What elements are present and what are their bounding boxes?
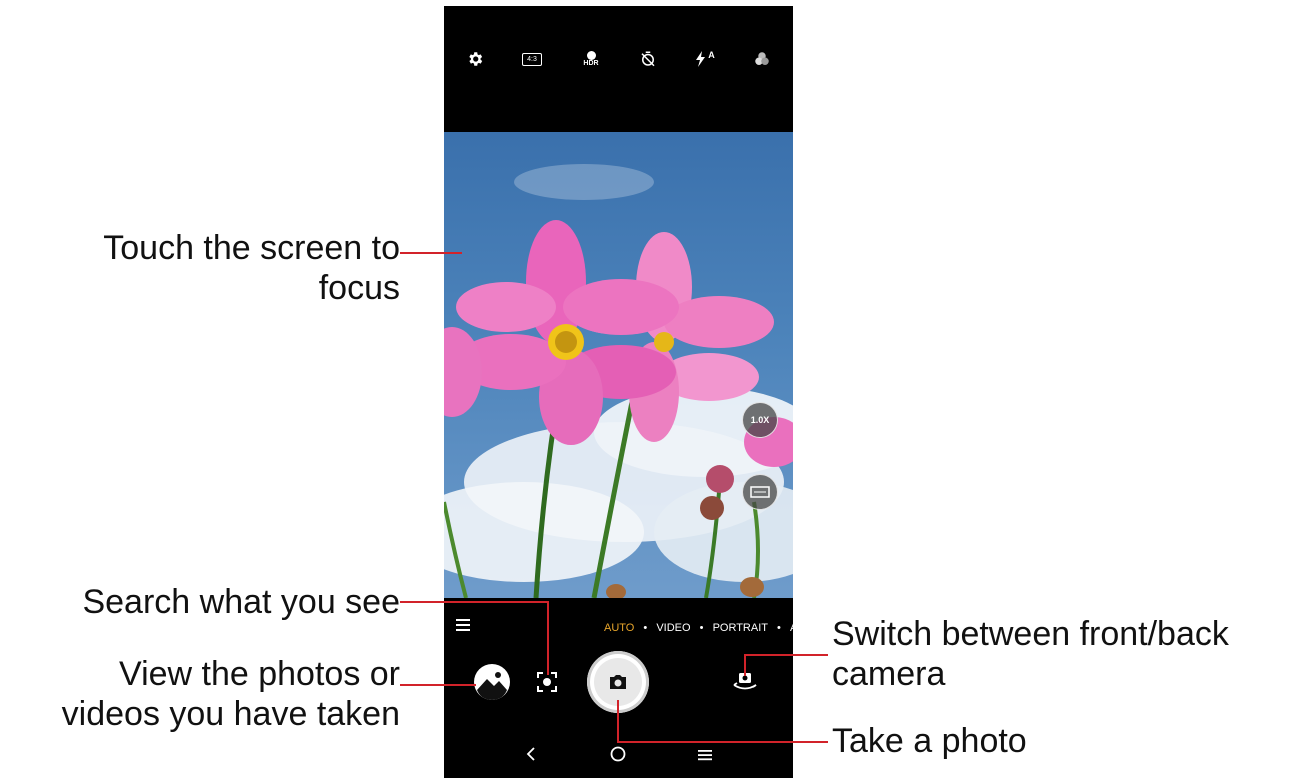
aspect-ratio-icon[interactable]: 4:3 (517, 46, 547, 72)
wide-angle-icon (750, 486, 770, 498)
mode-selector: AUTO • VIDEO • PORTRAIT • AI (601, 622, 793, 634)
filters-icon[interactable] (747, 46, 777, 72)
callout-focus-line2: focus (318, 269, 400, 307)
callout-line-take-photo (617, 741, 828, 743)
hdr-icon[interactable]: HDR (576, 46, 606, 72)
callout-switch-camera: Switch between front/back camera (832, 614, 1229, 694)
callout-line-search-vertical (547, 601, 549, 675)
callout-switch-line2: camera (832, 655, 946, 693)
callout-line-switch-vertical (744, 654, 746, 676)
mode-ai[interactable]: AI (790, 622, 793, 634)
callout-switch-line1: Switch between front/back (832, 615, 1229, 653)
menu-icon[interactable] (456, 618, 470, 636)
aspect-ratio-label: 4:3 (522, 52, 542, 66)
mode-separator: • (643, 622, 648, 634)
wide-angle-button[interactable] (742, 474, 778, 510)
callout-gallery-line2: videos you have taken (61, 695, 400, 733)
gear-icon[interactable] (460, 46, 490, 72)
timer-off-icon[interactable] (633, 46, 663, 72)
callout-line-switch (744, 654, 828, 656)
flash-auto-icon[interactable]: A (690, 46, 720, 72)
mode-portrait[interactable]: PORTRAIT (713, 622, 768, 634)
camera-icon (610, 675, 626, 689)
callout-gallery-line1: View the photos or (119, 655, 400, 693)
hdr-label: HDR (583, 59, 599, 67)
callout-line-focus (400, 252, 462, 254)
callout-gallery: View the photos or videos you have taken (62, 654, 400, 734)
zoom-level-button[interactable]: 1.0X (742, 402, 778, 438)
recents-icon[interactable] (698, 746, 712, 766)
callout-take-photo: Take a photo (832, 722, 1027, 760)
callout-focus-line1: Touch the screen to (103, 229, 400, 267)
flash-mode-label: A (708, 50, 715, 60)
callout-line-search (400, 601, 548, 603)
viewfinder[interactable]: 1.0X (444, 132, 793, 598)
callout-line-shutter-vertical (617, 700, 619, 742)
camera-controls: AUTO • VIDEO • PORTRAIT • AI (444, 598, 793, 778)
flower-scene (444, 164, 793, 598)
home-icon[interactable] (610, 746, 626, 766)
back-icon[interactable] (526, 746, 536, 766)
callout-search: Search what you see (82, 583, 400, 621)
mode-auto[interactable]: AUTO (604, 622, 634, 634)
camera-screen: 4:3 HDR A 1.0X AUTO • VIDEO • PORTRAIT • (444, 6, 793, 778)
mode-separator: • (777, 622, 781, 634)
gallery-thumbnail-button[interactable] (474, 664, 510, 700)
camera-top-bar: 4:3 HDR A (444, 6, 793, 132)
mode-separator: • (699, 622, 704, 634)
callout-line-gallery (400, 684, 476, 686)
mode-video[interactable]: VIDEO (656, 622, 690, 634)
gallery-icon (475, 665, 509, 700)
lens-search-icon[interactable] (536, 671, 558, 698)
callout-focus: Touch the screen to focus (103, 228, 400, 308)
